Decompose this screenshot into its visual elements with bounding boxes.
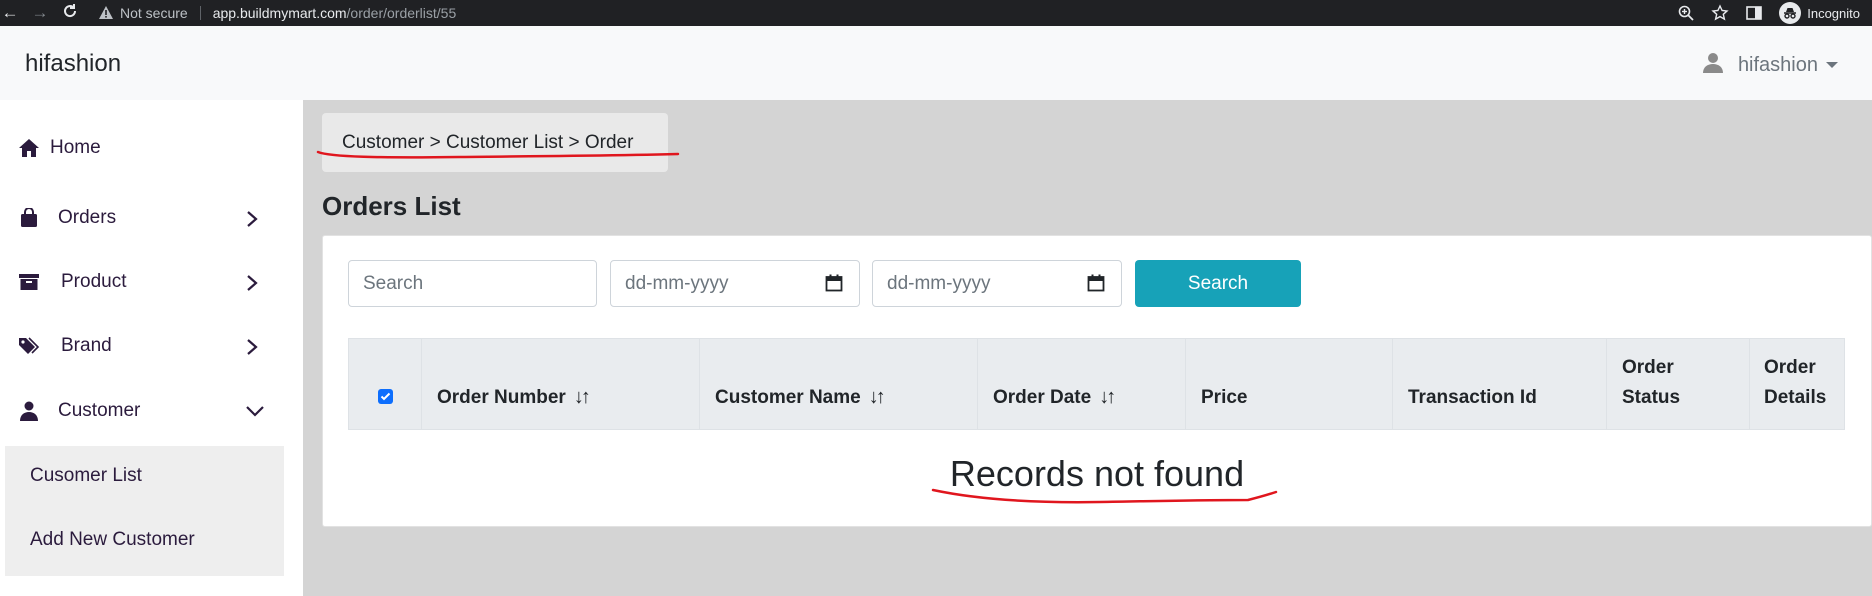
chevron-right-icon <box>244 338 260 355</box>
address-separator <box>199 6 201 20</box>
sidebar-item-product[interactable]: Product <box>0 257 303 307</box>
forward-arrow-icon[interactable]: → <box>30 3 50 23</box>
page-title: Orders List <box>322 191 461 221</box>
select-all-checkbox[interactable] <box>378 389 393 404</box>
column-label-line1: Order <box>1622 357 1674 378</box>
column-label: Order Date <box>993 387 1092 408</box>
empty-state-message: Records not found <box>949 453 1245 494</box>
column-label: Price <box>1201 387 1248 408</box>
sidebar-item-label: Customer <box>58 400 141 421</box>
sort-arrows-icon[interactable]: ↓↑ <box>869 386 886 408</box>
sidebar-item-orders[interactable]: Orders <box>0 193 303 243</box>
column-label: Customer Name <box>715 387 861 408</box>
column-label-line1: Order <box>1764 357 1816 378</box>
incognito-icon <box>1779 2 1802 24</box>
sidebar-item-brand[interactable]: Brand <box>0 321 303 371</box>
chevron-down-icon <box>245 403 265 419</box>
home-icon <box>18 137 40 159</box>
reload-icon[interactable] <box>60 3 80 23</box>
search-input[interactable]: Search <box>348 260 597 307</box>
search-placeholder: Search <box>363 272 424 294</box>
zoom-icon[interactable] <box>1677 4 1695 22</box>
column-order-status: Order Status <box>1607 339 1750 429</box>
user-avatar-icon <box>1702 51 1724 79</box>
column-customer-name[interactable]: Customer Name ↓↑ <box>700 339 978 429</box>
column-price: Price <box>1186 339 1393 429</box>
submenu-item-customer-list[interactable]: Cusomer List <box>30 465 142 487</box>
sidebar: Home Orders Product Brand Customer Cusom… <box>0 100 303 596</box>
column-order-details: Order Details <box>1750 339 1844 429</box>
column-label-line2: Details <box>1764 387 1827 408</box>
user-menu[interactable]: hifashion <box>1702 51 1838 79</box>
date-placeholder: dd-mm-yyyy <box>887 272 991 294</box>
search-button[interactable]: Search <box>1135 260 1301 307</box>
shopping-bag-icon <box>18 207 40 229</box>
calendar-icon[interactable] <box>1087 274 1105 292</box>
address-bar[interactable]: Not secure app.buildmymart.com/order/ord… <box>98 2 478 24</box>
sidebar-item-home[interactable]: Home <box>0 123 303 173</box>
side-panel-icon[interactable] <box>1745 4 1763 22</box>
column-label: Order Number <box>437 387 566 408</box>
sort-arrows-icon[interactable]: ↓↑ <box>574 386 591 408</box>
calendar-icon[interactable] <box>825 274 843 292</box>
caret-down-icon <box>1826 62 1838 68</box>
tags-icon <box>18 335 40 357</box>
column-transaction-id: Transaction Id <box>1393 339 1607 429</box>
from-date-input[interactable]: dd-mm-yyyy <box>610 260 860 307</box>
top-navbar: hifashion hifashion <box>0 26 1872 100</box>
select-all-column <box>349 339 422 429</box>
browser-toolbar: ← → Not secure app.buildmymart.com/order… <box>0 0 1872 26</box>
sidebar-item-customer[interactable]: Customer <box>0 386 303 436</box>
submenu-item-add-new-customer[interactable]: Add New Customer <box>30 529 195 551</box>
chevron-right-icon <box>244 210 260 227</box>
warning-triangle-icon <box>98 5 114 21</box>
column-order-number[interactable]: Order Number ↓↑ <box>422 339 700 429</box>
customer-submenu: Cusomer List Add New Customer <box>5 446 284 576</box>
sidebar-item-label: Product <box>61 271 127 292</box>
orders-table-header: Order Number ↓↑ Customer Name ↓↑ Order Dat… <box>348 338 1845 430</box>
date-placeholder: dd-mm-yyyy <box>625 272 729 294</box>
back-arrow-icon[interactable]: ← <box>0 3 20 23</box>
security-label: Not secure <box>120 5 188 21</box>
url-host: app.buildmymart.com <box>212 5 347 21</box>
brand-name[interactable]: hifashion <box>25 50 121 78</box>
to-date-input[interactable]: dd-mm-yyyy <box>872 260 1122 307</box>
orders-card: Search dd-mm-yyyy dd-mm-yyyy Search Orde… <box>322 235 1872 527</box>
sidebar-item-label: Home <box>50 137 101 158</box>
column-order-date[interactable]: Order Date ↓↑ <box>978 339 1186 429</box>
column-label-line2: Status <box>1622 387 1681 408</box>
incognito-indicator[interactable]: Incognito <box>1779 2 1860 24</box>
user-name: hifashion <box>1737 53 1818 76</box>
sidebar-item-label: Orders <box>58 207 117 228</box>
bookmark-star-icon[interactable] <box>1711 4 1729 22</box>
sidebar-item-label: Brand <box>61 335 112 356</box>
url-path: /order/orderlist/55 <box>346 5 457 21</box>
breadcrumb[interactable]: Customer > Customer List > Order <box>342 132 633 154</box>
sort-arrows-icon[interactable]: ↓↑ <box>1099 386 1116 408</box>
incognito-label: Incognito <box>1807 5 1860 21</box>
column-label: Transaction Id <box>1408 387 1537 408</box>
breadcrumb-container: Customer > Customer List > Order <box>322 113 668 172</box>
chevron-right-icon <box>244 274 260 291</box>
user-icon <box>18 400 40 422</box>
archive-box-icon <box>18 271 40 293</box>
